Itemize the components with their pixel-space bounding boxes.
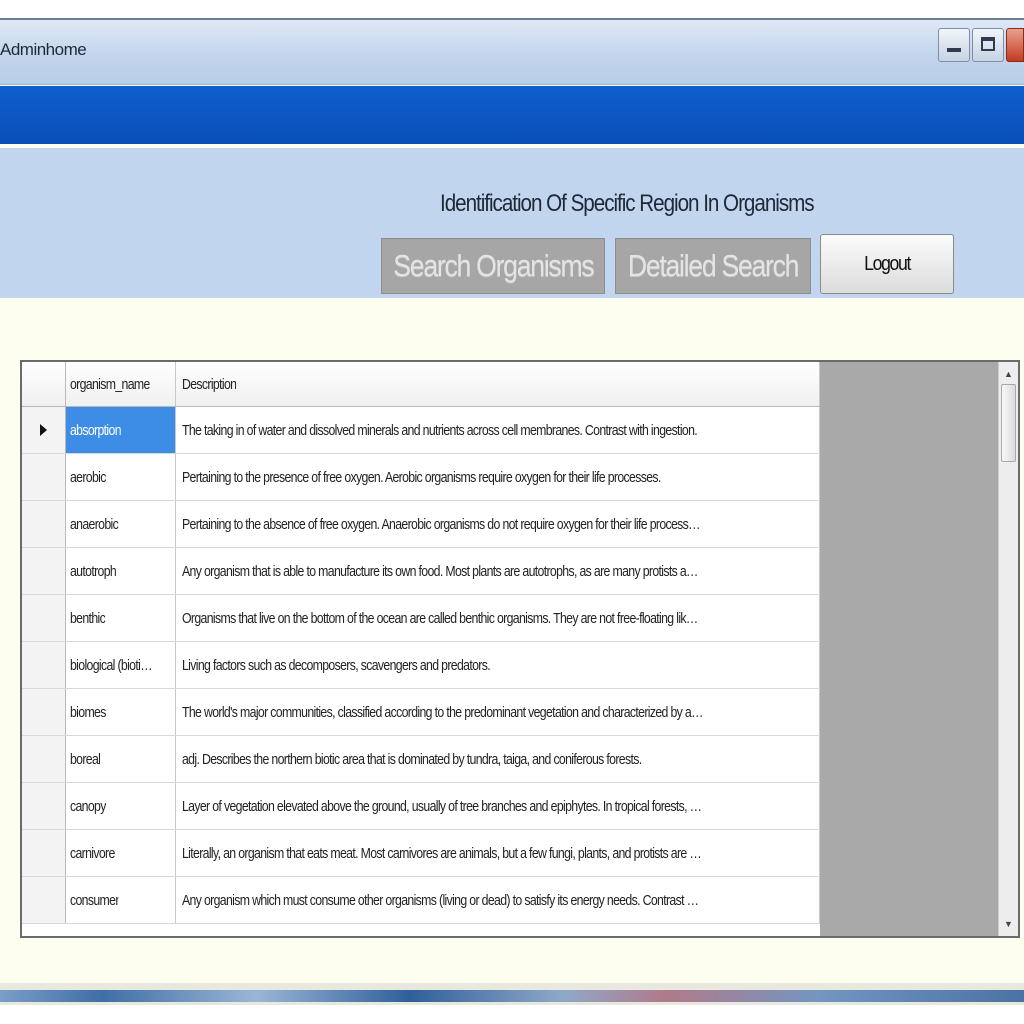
current-row-arrow-icon [40,424,47,436]
cell-text: Any organism that is able to manufacture… [182,562,704,580]
logout-button[interactable]: Logout [820,234,954,294]
detailed-search-button[interactable]: Detailed Search [615,238,811,294]
row-header[interactable] [22,501,66,547]
cell-text: benthic [70,609,106,627]
cell-text: Layer of vegetation elevated above the g… [182,797,705,815]
grid-header-row: organism_name Description [22,362,820,407]
close-button[interactable] [1006,28,1024,62]
app-window: Adminhome Identification Of Specific Reg… [0,18,1024,1005]
table-row[interactable]: biological (biotic f... Living factors su… [22,642,820,689]
cell-organism-name[interactable]: biological (biotic f... [66,642,176,688]
grid-content: organism_name Description absorption The … [22,362,820,936]
row-header[interactable] [22,407,66,453]
minimize-button[interactable] [938,28,970,62]
row-header[interactable] [22,548,66,594]
cell-organism-name[interactable]: boreal [66,736,176,782]
header-panel: Identification Of Specific Region In Org… [0,148,1024,298]
scroll-up-icon[interactable]: ▲ [999,364,1018,384]
column-header-organism-name[interactable]: organism_name [66,362,176,406]
minimize-icon [947,48,961,52]
row-header[interactable] [22,830,66,876]
cell-description[interactable]: Any organism that is able to manufacture… [176,548,820,594]
cell-text: biological (biotic f... [70,656,157,674]
maximize-button[interactable] [972,28,1004,62]
cell-organism-name[interactable]: biomes [66,689,176,735]
table-row[interactable]: carnivore Literally, an organism that eat… [22,830,820,877]
row-header[interactable] [22,689,66,735]
window-controls [936,28,1024,64]
cell-text: carnivore [70,844,115,862]
cell-organism-name[interactable]: canopy [66,783,176,829]
column-header-label: organism_name [70,375,150,393]
cell-description[interactable]: Pertaining to the presence of free oxyge… [176,454,820,500]
cell-organism-name[interactable]: carnivore [66,830,176,876]
table-row[interactable]: benthic Organisms that live on the bottom… [22,595,820,642]
table-row[interactable]: biomes The world's major communities, cla… [22,689,820,736]
row-header[interactable] [22,595,66,641]
cell-description[interactable]: Layer of vegetation elevated above the g… [176,783,820,829]
table-row[interactable]: anaerobic Pertaining to the absence of fr… [22,501,820,548]
app-heading: Identification Of Specific Region In Org… [440,190,815,217]
cell-organism-name[interactable]: aerobic [66,454,176,500]
cell-organism-name[interactable]: benthic [66,595,176,641]
scroll-thumb[interactable] [1001,384,1016,462]
cell-text: boreal [70,750,101,768]
detailed-search-label: Detailed Search [627,248,800,283]
cell-text: Any organism which must consume other or… [182,891,705,909]
cell-description[interactable]: Any organism which must consume other or… [176,877,820,923]
cell-text: Living factors such as decomposers, scav… [182,656,490,674]
cell-text: consumer [70,891,119,909]
cell-text: Literally, an organism that eats meat. M… [182,844,705,862]
cell-organism-name[interactable]: consumer [66,877,176,923]
cell-text: Pertaining to the absence of free oxygen… [182,515,704,533]
cell-organism-name[interactable]: autotroph [66,548,176,594]
cell-description[interactable]: Living factors such as decomposers, scav… [176,642,820,688]
cell-text: adj. Describes the northern biotic area … [182,750,642,768]
window-title: Adminhome [0,40,87,59]
taskbar [0,990,1024,1002]
column-header-description[interactable]: Description [176,362,820,406]
cell-text: biomes [70,703,106,721]
row-header[interactable] [22,642,66,688]
logout-label: Logout [864,252,911,275]
cell-description[interactable]: Literally, an organism that eats meat. M… [176,830,820,876]
cell-description[interactable]: The world's major communities, classifie… [176,689,820,735]
row-header[interactable] [22,877,66,923]
cell-text: canopy [70,797,106,815]
table-row[interactable]: absorption The taking in of water and dis… [22,407,820,454]
banner-bar [0,86,1024,144]
search-organisms-button[interactable]: Search Organisms [381,238,605,294]
cell-description[interactable]: The taking in of water and dissolved min… [176,407,820,453]
cell-text: The taking in of water and dissolved min… [182,421,698,439]
cell-organism-name[interactable]: anaerobic [66,501,176,547]
grid-rows: absorption The taking in of water and dis… [22,407,820,924]
cell-text: aerobic [70,468,106,486]
table-row[interactable]: boreal adj. Describes the northern biotic… [22,736,820,783]
cell-description[interactable]: Organisms that live on the bottom of the… [176,595,820,641]
row-header[interactable] [22,736,66,782]
row-header[interactable] [22,783,66,829]
scroll-down-icon[interactable]: ▼ [999,914,1018,934]
table-row[interactable]: aerobic Pertaining to the presence of fre… [22,454,820,501]
cell-text: absorption [70,421,121,439]
cell-text: Organisms that live on the bottom of the… [182,609,704,627]
maximize-icon [981,37,995,51]
cell-text: autotroph [70,562,117,580]
cell-text: The world's major communities, classifie… [182,703,704,721]
table-row[interactable]: canopy Layer of vegetation elevated above… [22,783,820,830]
vertical-scrollbar[interactable]: ▲ ▼ [998,362,1018,936]
cell-description[interactable]: adj. Describes the northern biotic area … [176,736,820,782]
search-organisms-label: Search Organisms [392,248,594,283]
cell-description[interactable]: Pertaining to the absence of free oxygen… [176,501,820,547]
row-header[interactable] [22,454,66,500]
title-bar[interactable]: Adminhome [0,20,1024,85]
cell-organism-name[interactable]: absorption [66,407,176,453]
cell-text: Pertaining to the presence of free oxyge… [182,468,661,486]
table-row[interactable]: autotroph Any organism that is able to ma… [22,548,820,595]
column-header-label: Description [182,375,237,393]
row-header-corner[interactable] [22,362,66,406]
table-row[interactable]: consumer Any organism which must consume … [22,877,820,924]
organisms-grid: organism_name Description absorption The … [20,360,1020,938]
cell-text: anaerobic [70,515,119,533]
